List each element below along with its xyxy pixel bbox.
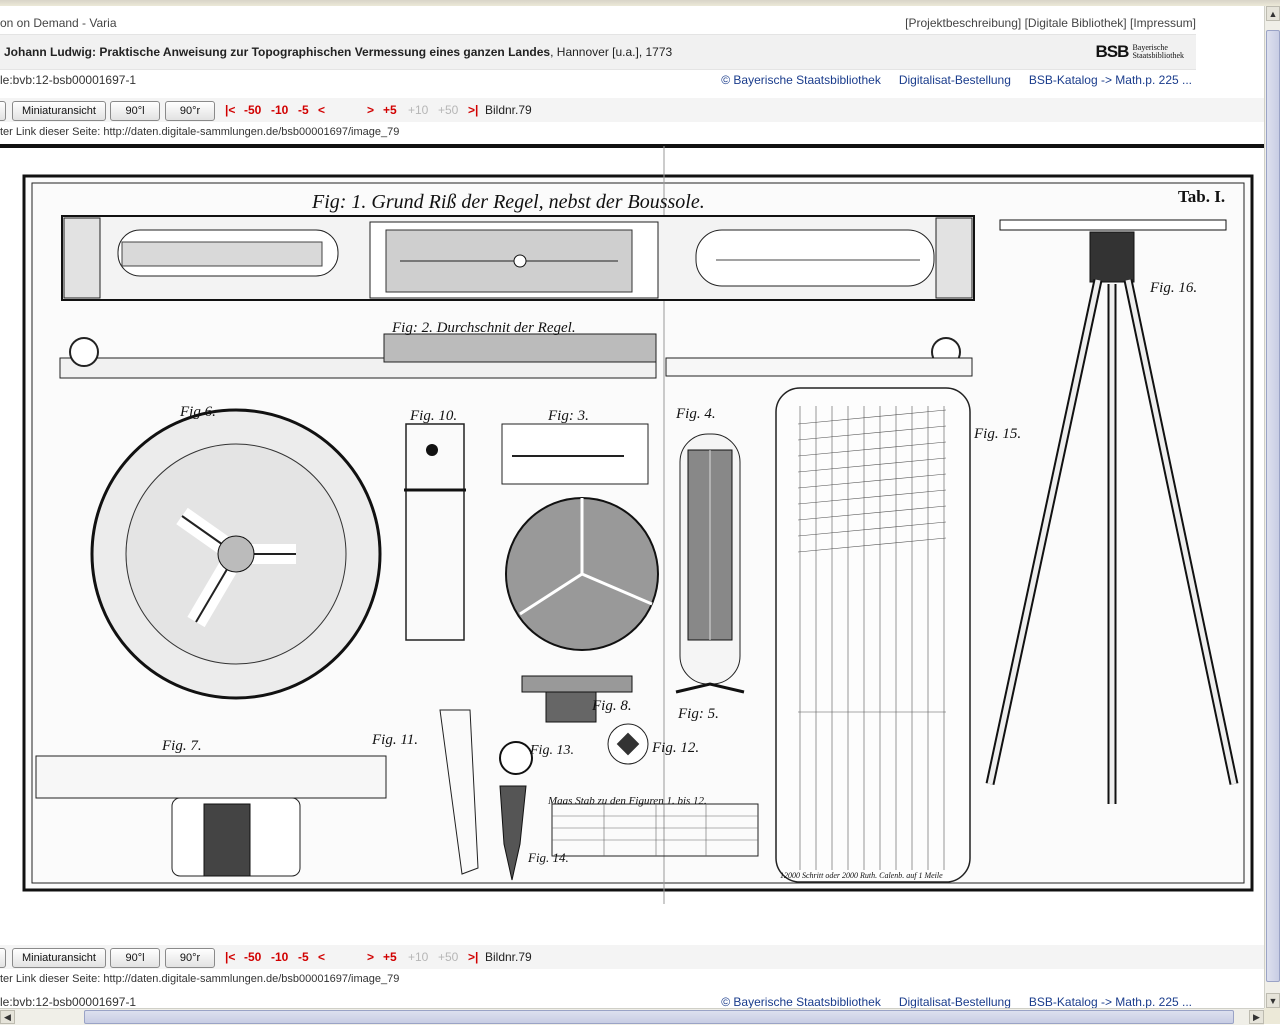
scale-caption: Maas Stab zu den Figuren 1. bis 12. <box>547 795 707 807</box>
scanned-page-image: Fig: 1. Grund Riß der Regel, nebst der B… <box>0 144 1264 940</box>
permalink-top: ter Link dieser Seite: http://daten.digi… <box>0 126 399 138</box>
fig4-caption: Fig. 4. <box>675 406 716 422</box>
prev-control-button[interactable] <box>0 948 6 968</box>
thumbnail-button[interactable]: Miniaturansicht <box>12 101 106 121</box>
imprint-link[interactable]: [Impressum] <box>1130 16 1196 30</box>
image-number: Bildnr.79 <box>485 950 532 964</box>
fig12-caption: Fig. 12. <box>651 740 699 756</box>
fig7-caption: Fig. 7. <box>161 738 202 754</box>
bsb-logo-text: Bayerische Staatsbibliothek <box>1132 43 1184 60</box>
vertical-scroll-thumb[interactable] <box>1266 30 1280 982</box>
bsb-logo[interactable]: BSB Bayerische Staatsbibliothek <box>1096 41 1184 63</box>
info-line-bottom: le:bvb:12-bsb00001697-1 © Bayerische Sta… <box>0 995 1196 1008</box>
urn-identifier: le:bvb:12-bsb00001697-1 <box>0 73 137 87</box>
tab-caption: Tab. I. <box>1178 187 1225 206</box>
fig10-caption: Fig. 10. <box>409 408 457 424</box>
site-header: on on Demand - Varia [Projektbeschreibun… <box>0 14 1196 32</box>
next-page-link[interactable]: > <box>367 103 374 117</box>
order-digital-copy-link[interactable]: Digitalisat-Bestellung <box>899 73 1011 87</box>
fig8-caption: Fig. 8. <box>591 698 632 714</box>
navigation-bar-top: Miniaturansicht 90°l 90°r |< -50 -10 -5 … <box>0 98 1264 122</box>
image-number: Bildnr.79 <box>485 103 532 117</box>
back-10-link[interactable]: -10 <box>271 950 288 964</box>
fig6-caption: Fig 6. <box>179 404 216 420</box>
forward-5-link[interactable]: +5 <box>383 103 397 117</box>
catalog-link[interactable]: BSB-Katalog -> Math.p. 225 ... <box>1029 73 1192 87</box>
scrollbar-corner <box>1264 1008 1280 1024</box>
rotate-left-button[interactable]: 90°l <box>110 948 160 968</box>
previous-page-link[interactable]: < <box>318 103 325 117</box>
previous-page-link[interactable]: < <box>318 950 325 964</box>
forward-5-link[interactable]: +5 <box>383 950 397 964</box>
info-line-top: le:bvb:12-bsb00001697-1 © Bayerische Sta… <box>0 73 1196 89</box>
permalink-url[interactable]: http://daten.digitale-sammlungen.de/bsb0… <box>103 973 399 985</box>
copyright-link[interactable]: © Bayerische Staatsbibliothek <box>721 995 881 1008</box>
project-description-link[interactable]: [Projektbeschreibung] <box>905 16 1021 30</box>
first-page-link[interactable]: |< <box>225 950 235 964</box>
catalog-link[interactable]: BSB-Katalog -> Math.p. 225 ... <box>1029 995 1192 1008</box>
fig11-caption: Fig. 11. <box>371 732 418 748</box>
last-page-link[interactable]: >| <box>468 950 478 964</box>
first-page-link[interactable]: |< <box>225 103 235 117</box>
next-page-link[interactable]: > <box>367 950 374 964</box>
fig5-caption: Fig: 5. <box>677 706 719 722</box>
book-title: Johann Ludwig: Praktische Anweisung zur … <box>4 45 672 59</box>
forward-10-link: +10 <box>408 103 429 117</box>
title-bar: Johann Ludwig: Praktische Anweisung zur … <box>0 34 1196 70</box>
urn-identifier: le:bvb:12-bsb00001697-1 <box>0 995 137 1008</box>
fig2-caption: Fig: 2. Durchschnit der Regel. <box>391 320 576 336</box>
permalink-label: ter Link dieser Seite: <box>0 973 101 985</box>
rotate-right-button[interactable]: 90°r <box>165 948 215 968</box>
navigation-bar-bottom: Miniaturansicht 90°l 90°r |< -50 -10 -5 … <box>0 945 1264 969</box>
back-10-link[interactable]: -10 <box>271 103 288 117</box>
forward-10-link: +10 <box>408 950 429 964</box>
horizontal-scroll-thumb[interactable] <box>84 1010 1234 1024</box>
permalink-url[interactable]: http://daten.digitale-sammlungen.de/bsb0… <box>103 126 399 138</box>
forward-50-link: +50 <box>438 950 459 964</box>
horizontal-scrollbar[interactable]: ◀ ▶ <box>0 1008 1264 1025</box>
digital-library-link[interactable]: [Digitale Bibliothek] <box>1025 16 1127 30</box>
permalink-label: ter Link dieser Seite: <box>0 126 101 138</box>
scroll-up-arrow-icon[interactable]: ▲ <box>1266 6 1280 21</box>
fig1-caption: Fig: 1. Grund Riß der Regel, nebst der B… <box>311 191 705 213</box>
window-top-border <box>0 0 1280 6</box>
header-links: [Projektbeschreibung] [Digitale Biblioth… <box>905 16 1196 30</box>
fig3-caption: Fig: 3. <box>547 408 589 424</box>
back-5-link[interactable]: -5 <box>298 103 309 117</box>
scroll-down-arrow-icon[interactable]: ▼ <box>1266 993 1280 1008</box>
book-imprint: , Hannover [u.a.], 1773 <box>550 45 673 59</box>
vertical-scrollbar[interactable]: ▲ ▼ <box>1264 6 1280 1008</box>
scroll-left-arrow-icon[interactable]: ◀ <box>0 1010 15 1024</box>
prev-control-button[interactable] <box>0 101 6 121</box>
scale-bottom-caption: 12000 Schritt oder 2000 Ruth. Calenb. au… <box>780 871 943 880</box>
back-5-link[interactable]: -5 <box>298 950 309 964</box>
fig15-caption: Fig. 15. <box>973 426 1021 442</box>
back-50-link[interactable]: -50 <box>244 103 261 117</box>
fig13-caption: Fig. 13. <box>529 743 574 758</box>
forward-50-link: +50 <box>438 103 459 117</box>
back-50-link[interactable]: -50 <box>244 950 261 964</box>
fig14-caption: Fig. 14. <box>527 850 569 865</box>
book-author-title: Johann Ludwig: Praktische Anweisung zur … <box>4 45 551 59</box>
rotate-left-button[interactable]: 90°l <box>110 101 160 121</box>
last-page-link[interactable]: >| <box>468 103 478 117</box>
permalink-bottom: ter Link dieser Seite: http://daten.digi… <box>0 973 399 985</box>
rotate-right-button[interactable]: 90°r <box>165 101 215 121</box>
bsb-logo-mark: BSB <box>1095 42 1130 61</box>
copyright-link[interactable]: © Bayerische Staatsbibliothek <box>721 73 881 87</box>
fig16-caption: Fig. 16. <box>1149 280 1197 296</box>
engraving-plate: Fig: 1. Grund Riß der Regel, nebst der B… <box>0 144 1264 940</box>
thumbnail-button[interactable]: Miniaturansicht <box>12 948 106 968</box>
collection-title: on on Demand - Varia <box>0 16 117 30</box>
order-digital-copy-link[interactable]: Digitalisat-Bestellung <box>899 995 1011 1008</box>
scroll-right-arrow-icon[interactable]: ▶ <box>1249 1010 1264 1024</box>
